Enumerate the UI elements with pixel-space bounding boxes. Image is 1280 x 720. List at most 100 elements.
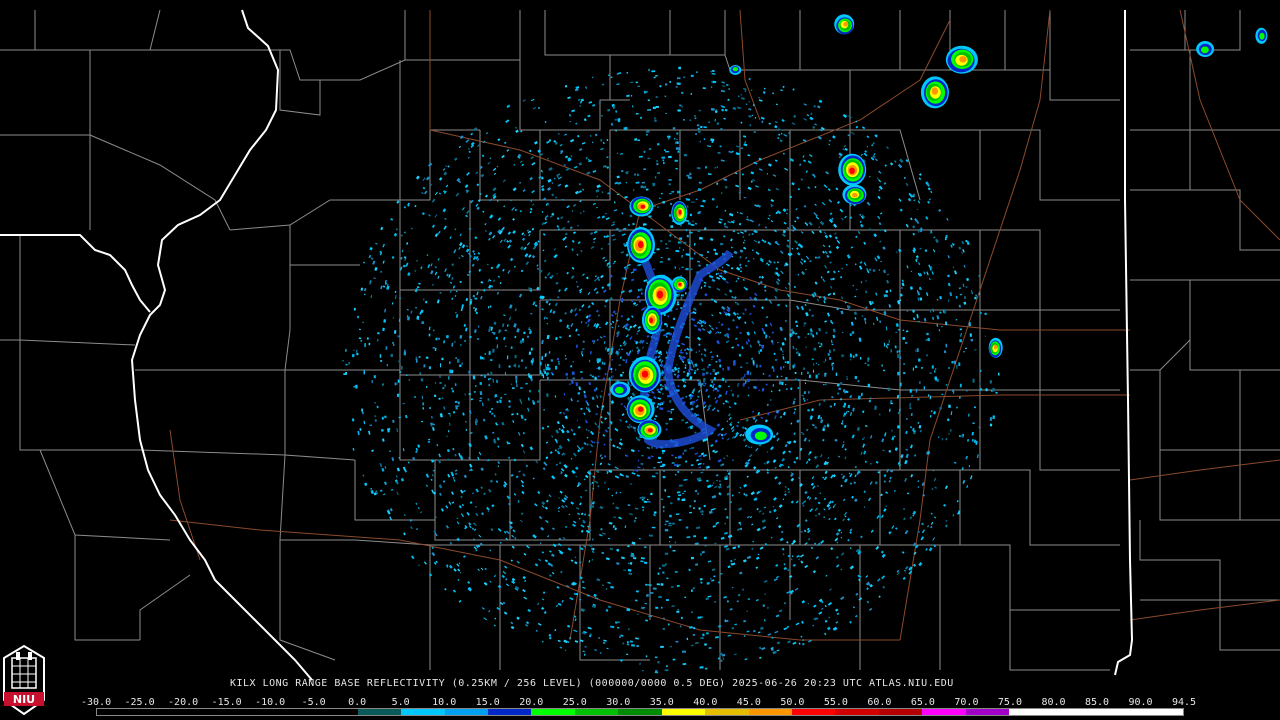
clutter-echo	[871, 301, 874, 305]
clutter-echo	[779, 250, 784, 255]
clutter-echo	[794, 408, 797, 411]
clutter-echo	[914, 365, 918, 369]
clutter-echo	[836, 239, 841, 244]
clutter-echo	[738, 353, 742, 357]
clutter-echo	[518, 365, 520, 368]
clutter-echo	[541, 640, 544, 643]
clutter-echo	[502, 268, 505, 272]
clutter-echo	[644, 602, 648, 605]
clutter-echo	[516, 384, 518, 387]
clutter-echo	[968, 413, 970, 417]
clutter-echo	[694, 370, 697, 372]
clutter-echo	[512, 218, 515, 221]
clutter-echo	[527, 407, 530, 412]
clutter-echo	[786, 293, 790, 298]
clutter-echo	[972, 378, 975, 383]
clutter-echo	[772, 505, 775, 508]
clutter-echo	[927, 337, 930, 342]
clutter-echo	[847, 404, 851, 409]
clutter-echo	[529, 176, 533, 181]
clutter-echo	[730, 267, 734, 270]
clutter-echo	[894, 447, 898, 451]
clutter-echo	[560, 504, 565, 509]
clutter-echo	[823, 300, 826, 304]
clutter-echo	[535, 629, 538, 632]
clutter-echo	[920, 536, 924, 541]
clutter-echo	[732, 220, 735, 222]
clutter-echo	[373, 375, 376, 379]
clutter-echo	[488, 231, 493, 236]
clutter-echo	[810, 112, 813, 115]
clutter-echo	[465, 327, 468, 332]
clutter-echo	[635, 81, 638, 84]
clutter-echo	[363, 420, 366, 425]
clutter-echo	[903, 372, 906, 374]
clutter-echo	[457, 401, 460, 405]
clutter-echo	[459, 242, 463, 247]
clutter-echo	[929, 277, 931, 281]
clutter-echo	[710, 70, 713, 73]
clutter-echo	[581, 304, 585, 308]
clutter-echo	[519, 519, 523, 523]
clutter-echo	[842, 113, 848, 118]
clutter-echo	[616, 83, 620, 86]
clutter-echo	[648, 147, 652, 151]
clutter-echo	[526, 229, 529, 232]
clutter-echo	[541, 505, 545, 509]
clutter-echo	[572, 452, 577, 457]
clutter-echo	[775, 614, 780, 618]
clutter-echo	[637, 139, 641, 142]
clutter-echo	[490, 371, 493, 376]
clutter-echo	[460, 489, 464, 494]
clutter-echo	[727, 413, 731, 417]
clutter-echo	[868, 175, 871, 178]
clutter-echo	[457, 568, 461, 572]
clutter-echo	[698, 343, 701, 347]
clutter-echo	[804, 519, 808, 523]
clutter-echo	[631, 349, 634, 352]
clutter-echo	[685, 198, 689, 200]
clutter-echo	[497, 138, 501, 142]
clutter-echo	[652, 268, 656, 270]
clutter-echo	[694, 431, 697, 434]
clutter-echo	[578, 190, 582, 194]
clutter-echo	[594, 376, 597, 381]
clutter-echo	[837, 270, 840, 273]
clutter-echo	[622, 359, 625, 361]
clutter-echo	[899, 208, 903, 212]
clutter-echo	[538, 515, 543, 520]
clutter-echo	[691, 317, 696, 322]
clutter-echo	[778, 389, 781, 392]
clutter-echo	[668, 522, 672, 524]
clutter-echo	[594, 422, 598, 426]
clutter-echo	[885, 505, 888, 508]
clutter-echo	[706, 407, 711, 411]
clutter-echo	[636, 645, 639, 647]
clutter-echo	[749, 372, 752, 376]
clutter-echo	[792, 400, 796, 405]
clutter-echo	[759, 646, 762, 650]
clutter-echo	[632, 324, 637, 328]
clutter-echo	[631, 541, 636, 545]
clutter-echo	[523, 596, 528, 600]
clutter-echo	[386, 364, 389, 367]
clutter-echo	[695, 133, 698, 135]
clutter-echo	[683, 118, 685, 121]
clutter-echo	[369, 246, 373, 251]
clutter-echo	[669, 545, 672, 548]
clutter-echo	[711, 72, 716, 75]
clutter-echo	[774, 630, 779, 634]
clutter-echo	[907, 197, 912, 202]
clutter-echo	[677, 109, 681, 112]
clutter-echo	[688, 568, 691, 572]
clutter-echo	[416, 259, 419, 262]
clutter-echo	[455, 290, 458, 293]
clutter-echo	[998, 372, 1000, 376]
clutter-echo	[744, 444, 748, 448]
clutter-echo	[504, 393, 507, 396]
clutter-echo	[734, 301, 737, 304]
clutter-echo	[810, 546, 814, 550]
clutter-echo	[563, 639, 568, 644]
clutter-echo	[811, 408, 814, 412]
clutter-echo	[575, 190, 579, 195]
